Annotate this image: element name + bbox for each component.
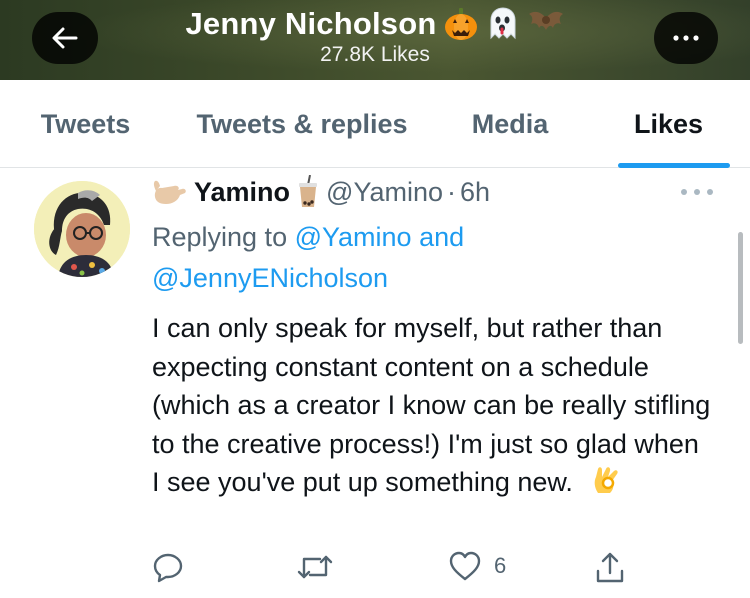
tweet-more-button[interactable] xyxy=(680,183,714,201)
tab-tweets[interactable]: Tweets xyxy=(0,80,171,168)
profile-name: Jenny Nicholson xyxy=(185,6,437,41)
mention-link[interactable]: @Yamino xyxy=(295,222,412,252)
display-name[interactable]: Yamino xyxy=(194,177,290,208)
header-title: Jenny Nicholson 27.8K Likes xyxy=(0,6,750,67)
replying-to: Replying to @Yamino and @JennyENicholson xyxy=(152,217,712,299)
call-me-hand-icon xyxy=(153,180,186,204)
active-tab-indicator xyxy=(618,163,730,168)
tab-likes[interactable]: Likes xyxy=(587,80,750,168)
retweet-icon xyxy=(297,555,333,579)
bubble-tea-icon xyxy=(299,175,318,207)
scrollbar[interactable] xyxy=(738,232,743,344)
more-button[interactable] xyxy=(654,12,718,64)
pumpkin-icon xyxy=(444,8,477,40)
tweet[interactable]: Yamino @Yamino · 6h Replying to @Yamino … xyxy=(0,169,750,598)
tweet-text: I can only speak for myself, but rather … xyxy=(152,309,712,502)
handle[interactable]: @Yamino xyxy=(326,177,443,208)
tab-label: Media xyxy=(471,108,549,139)
retweet-button[interactable] xyxy=(296,551,334,583)
reply-icon xyxy=(153,553,183,583)
like-button[interactable]: 6 xyxy=(448,551,506,581)
tab-media[interactable]: Media xyxy=(433,80,587,168)
mention-link[interactable]: @JennyENicholson xyxy=(152,263,388,293)
tab-tweets-and-replies[interactable]: Tweets & replies xyxy=(171,80,433,168)
tab-label: Tweets & replies xyxy=(196,108,408,139)
more-dots-icon xyxy=(681,189,713,195)
replying-and[interactable]: and xyxy=(419,222,464,252)
avatar-illustration xyxy=(34,181,130,277)
share-button[interactable] xyxy=(594,551,626,585)
ok-hand-icon xyxy=(595,467,619,494)
tweet-body: I can only speak for myself, but rather … xyxy=(152,313,711,498)
timestamp[interactable]: 6h xyxy=(460,177,490,208)
tweet-actions: 6 xyxy=(152,551,632,591)
header-name-row: Jenny Nicholson xyxy=(185,6,564,42)
profile-tabs: Tweets Tweets & replies Media Likes xyxy=(0,80,750,168)
replying-prefix: Replying to xyxy=(152,222,288,252)
tab-label: Tweets xyxy=(40,108,131,139)
avatar[interactable] xyxy=(34,181,130,277)
more-dots-icon xyxy=(673,35,699,41)
profile-header: Jenny Nicholson 27.8K Likes xyxy=(0,0,750,80)
tweet-header: Yamino @Yamino · 6h xyxy=(152,175,490,209)
reply-button[interactable] xyxy=(152,551,184,583)
tab-label: Likes xyxy=(633,108,704,139)
share-icon xyxy=(596,552,624,583)
bat-icon xyxy=(528,11,563,30)
likes-count: 27.8K Likes xyxy=(320,43,430,66)
separator: · xyxy=(446,176,456,207)
ghost-icon xyxy=(490,7,516,40)
like-count: 6 xyxy=(494,553,507,578)
heart-icon xyxy=(449,551,481,581)
